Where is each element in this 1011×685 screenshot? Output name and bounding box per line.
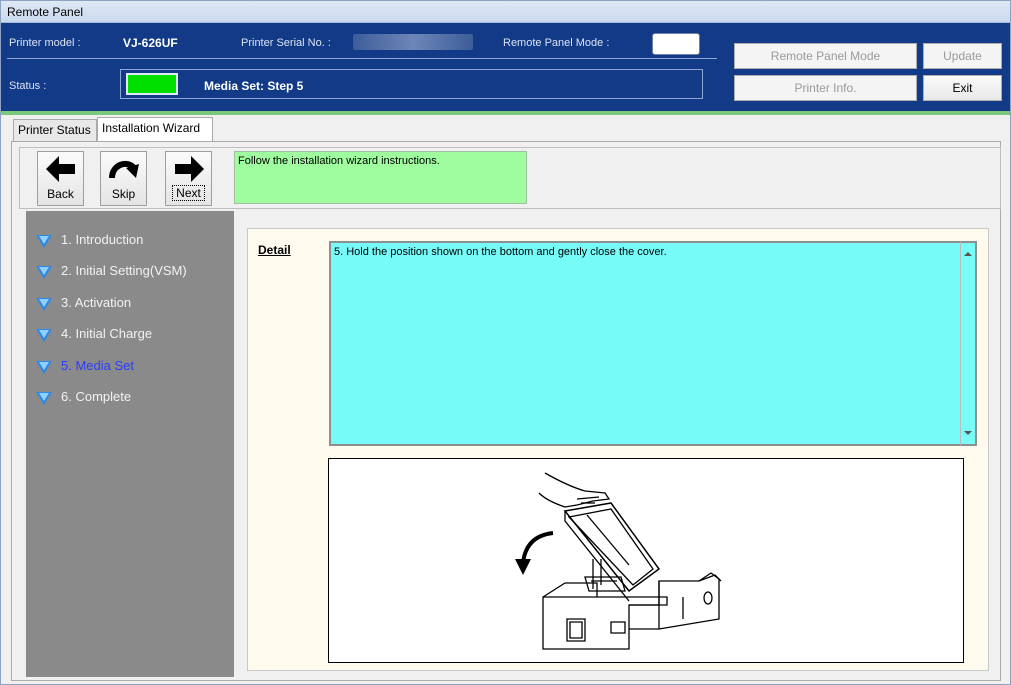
step-label: 6. Complete	[61, 389, 132, 404]
step-label: 3. Activation	[61, 295, 132, 310]
header-divider	[7, 58, 717, 59]
status-text: Media Set: Step 5	[204, 79, 304, 93]
back-button[interactable]: Back	[37, 151, 84, 206]
detail-panel: Detail 5. Hold the position shown on the…	[247, 228, 989, 671]
wizard-steps-sidebar: 1. Introduction 2. Initial Setting(VSM) …	[26, 211, 234, 677]
title-bar: Remote Panel	[1, 1, 1010, 23]
printer-cover-illustration	[515, 472, 722, 650]
tab-printer-status[interactable]: Printer Status	[13, 119, 97, 141]
triangle-down-icon	[36, 298, 52, 311]
skip-label: Skip	[111, 187, 136, 201]
step-label: 5. Media Set	[61, 358, 134, 373]
status-label: Status :	[9, 80, 47, 92]
instruction-illustration	[328, 458, 964, 663]
back-label: Back	[47, 187, 74, 201]
skip-button[interactable]: Skip	[100, 151, 147, 206]
status-indicator	[126, 73, 178, 95]
wizard-toolbar: Back Skip Next Follow the installation w…	[19, 147, 1001, 209]
scroll-down-icon[interactable]	[964, 431, 972, 435]
arrow-left-icon	[38, 152, 83, 186]
detail-label: Detail	[258, 243, 291, 257]
printer-header: Printer model : VJ-626UF Printer Serial …	[1, 23, 1010, 111]
remote-mode-label: Remote Panel Mode :	[503, 37, 610, 49]
redo-arrow-icon	[101, 152, 146, 186]
remote-panel-mode-button[interactable]: Remote Panel Mode	[734, 43, 917, 69]
detail-scrollbar[interactable]	[960, 241, 977, 446]
step-label: 4. Initial Charge	[61, 326, 153, 341]
step-label: 1. Introduction	[61, 232, 144, 247]
triangle-down-icon	[36, 392, 52, 405]
triangle-down-icon	[36, 266, 52, 279]
header-accent-strip	[1, 111, 1010, 115]
remote-panel-window: Remote Panel Printer model : VJ-626UF Pr…	[0, 0, 1011, 685]
next-label: Next	[172, 185, 205, 201]
wizard-content: Detail 5. Hold the position shown on the…	[234, 211, 1000, 677]
tab-installation-wizard[interactable]: Installation Wizard	[97, 117, 213, 141]
scroll-up-icon[interactable]	[964, 252, 972, 256]
detail-text-area[interactable]: 5. Hold the position shown on the bottom…	[329, 241, 962, 446]
printer-info-button[interactable]: Printer Info.	[734, 75, 917, 101]
triangle-down-icon	[36, 361, 52, 374]
triangle-down-icon	[36, 235, 52, 248]
exit-button[interactable]: Exit	[923, 75, 1002, 101]
step-label: 2. Initial Setting(VSM)	[61, 263, 187, 278]
update-button[interactable]: Update	[923, 43, 1002, 69]
arrow-right-icon	[166, 152, 211, 186]
printer-model-label: Printer model :	[9, 37, 81, 49]
remote-mode-indicator	[652, 33, 700, 55]
window-title: Remote Panel	[7, 5, 84, 19]
printer-model-value: VJ-626UF	[123, 36, 178, 50]
instruction-message: Follow the installation wizard instructi…	[234, 151, 527, 204]
triangle-down-icon	[36, 329, 52, 342]
serial-label: Printer Serial No. :	[241, 37, 331, 49]
next-button[interactable]: Next	[165, 151, 212, 206]
serial-number-redacted	[353, 34, 473, 50]
